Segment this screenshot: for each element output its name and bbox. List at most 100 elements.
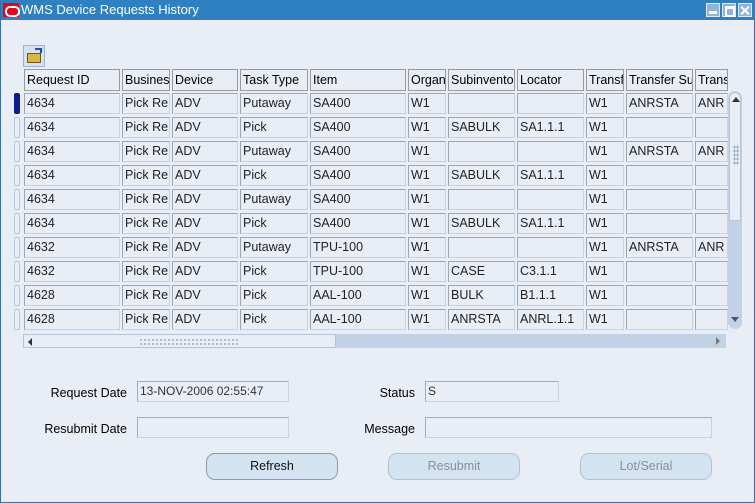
table-cell[interactable]: [517, 93, 584, 114]
table-cell[interactable]: SA400: [310, 141, 406, 162]
open-folder-button[interactable]: [23, 45, 45, 67]
table-cell[interactable]: 4632: [24, 261, 120, 282]
row-selector[interactable]: [14, 309, 20, 330]
table-cell[interactable]: 4628: [24, 309, 120, 330]
table-cell[interactable]: W1: [408, 237, 446, 258]
table-cell[interactable]: ANRSTA: [626, 141, 693, 162]
table-cell[interactable]: [448, 189, 515, 210]
table-cell[interactable]: SA400: [310, 189, 406, 210]
vertical-scrollbar[interactable]: [728, 91, 742, 329]
table-cell[interactable]: BULK: [448, 285, 515, 306]
table-cell[interactable]: Pick Re: [122, 237, 170, 258]
table-cell[interactable]: Pick Re: [122, 165, 170, 186]
row-selector[interactable]: [14, 141, 20, 162]
table-cell[interactable]: Pick Re: [122, 213, 170, 234]
table-cell[interactable]: W1: [408, 117, 446, 138]
table-cell[interactable]: SABULK: [448, 117, 515, 138]
column-header[interactable]: Subinvento: [448, 69, 515, 91]
table-cell[interactable]: 4632: [24, 237, 120, 258]
column-header[interactable]: Busines: [122, 69, 170, 91]
table-cell[interactable]: W1: [586, 165, 624, 186]
table-cell[interactable]: [517, 237, 584, 258]
table-cell[interactable]: [626, 285, 693, 306]
scroll-up-icon[interactable]: [732, 97, 740, 102]
table-cell[interactable]: 4634: [24, 213, 120, 234]
row-selector[interactable]: [14, 261, 20, 282]
table-cell[interactable]: W1: [408, 261, 446, 282]
table-cell[interactable]: [626, 309, 693, 330]
table-cell[interactable]: [626, 165, 693, 186]
lot-serial-button[interactable]: Lot/Serial: [580, 453, 712, 480]
row-selector[interactable]: [14, 285, 20, 306]
row-selector[interactable]: [14, 117, 20, 138]
table-cell[interactable]: [448, 141, 515, 162]
table-cell[interactable]: [448, 93, 515, 114]
table-cell[interactable]: W1: [586, 213, 624, 234]
table-cell[interactable]: SA400: [310, 117, 406, 138]
maximize-icon[interactable]: [722, 3, 736, 17]
table-cell[interactable]: [695, 309, 728, 330]
table-cell[interactable]: W1: [408, 189, 446, 210]
table-cell[interactable]: Pick: [240, 285, 308, 306]
minimize-icon[interactable]: [706, 3, 720, 17]
message-field[interactable]: [425, 417, 712, 438]
table-cell[interactable]: SABULK: [448, 213, 515, 234]
table-cell[interactable]: ADV: [172, 213, 238, 234]
table-cell[interactable]: 4634: [24, 189, 120, 210]
table-cell[interactable]: [448, 237, 515, 258]
table-cell[interactable]: 4634: [24, 141, 120, 162]
table-cell[interactable]: ADV: [172, 93, 238, 114]
column-header[interactable]: Item: [310, 69, 406, 91]
table-cell[interactable]: [695, 117, 728, 138]
table-cell[interactable]: SA1.1.1: [517, 165, 584, 186]
table-cell[interactable]: Pick Re: [122, 309, 170, 330]
table-cell[interactable]: ANR: [695, 141, 728, 162]
table-cell[interactable]: W1: [586, 141, 624, 162]
table-cell[interactable]: ADV: [172, 285, 238, 306]
table-cell[interactable]: Pick Re: [122, 93, 170, 114]
column-header[interactable]: Task Type: [240, 69, 308, 91]
table-cell[interactable]: B1.1.1: [517, 285, 584, 306]
table-cell[interactable]: W1: [586, 309, 624, 330]
table-cell[interactable]: W1: [586, 261, 624, 282]
row-selector[interactable]: [14, 93, 20, 114]
table-cell[interactable]: W1: [408, 309, 446, 330]
row-selector[interactable]: [14, 189, 20, 210]
horizontal-scrollbar[interactable]: [23, 334, 726, 348]
table-cell[interactable]: Pick: [240, 165, 308, 186]
table-cell[interactable]: Putaway: [240, 237, 308, 258]
resubmit-button[interactable]: Resubmit: [388, 453, 520, 480]
table-cell[interactable]: Pick Re: [122, 261, 170, 282]
table-cell[interactable]: 4628: [24, 285, 120, 306]
table-cell[interactable]: [626, 117, 693, 138]
table-cell[interactable]: [626, 261, 693, 282]
table-cell[interactable]: Putaway: [240, 141, 308, 162]
table-cell[interactable]: ANR: [695, 237, 728, 258]
table-cell[interactable]: 4634: [24, 117, 120, 138]
table-cell[interactable]: ANRSTA: [626, 93, 693, 114]
table-cell[interactable]: [517, 141, 584, 162]
table-cell[interactable]: W1: [586, 189, 624, 210]
table-cell[interactable]: [695, 189, 728, 210]
title-bar[interactable]: WMS Device Requests History: [1, 0, 755, 20]
column-header[interactable]: Transfer Su: [626, 69, 693, 91]
table-cell[interactable]: SA1.1.1: [517, 117, 584, 138]
table-cell[interactable]: ADV: [172, 117, 238, 138]
scroll-right-icon[interactable]: [716, 337, 720, 345]
table-cell[interactable]: Pick: [240, 261, 308, 282]
table-cell[interactable]: 4634: [24, 165, 120, 186]
table-cell[interactable]: Pick: [240, 309, 308, 330]
resubmit-date-field[interactable]: [137, 417, 289, 438]
table-cell[interactable]: ADV: [172, 189, 238, 210]
table-cell[interactable]: W1: [408, 93, 446, 114]
row-selector[interactable]: [14, 237, 20, 258]
table-cell[interactable]: Pick Re: [122, 141, 170, 162]
table-cell[interactable]: SA400: [310, 213, 406, 234]
row-selector[interactable]: [14, 213, 20, 234]
table-cell[interactable]: SA400: [310, 165, 406, 186]
column-header[interactable]: Device: [172, 69, 238, 91]
table-cell[interactable]: SA400: [310, 93, 406, 114]
table-cell[interactable]: Putaway: [240, 93, 308, 114]
table-cell[interactable]: Putaway: [240, 189, 308, 210]
table-cell[interactable]: [695, 285, 728, 306]
